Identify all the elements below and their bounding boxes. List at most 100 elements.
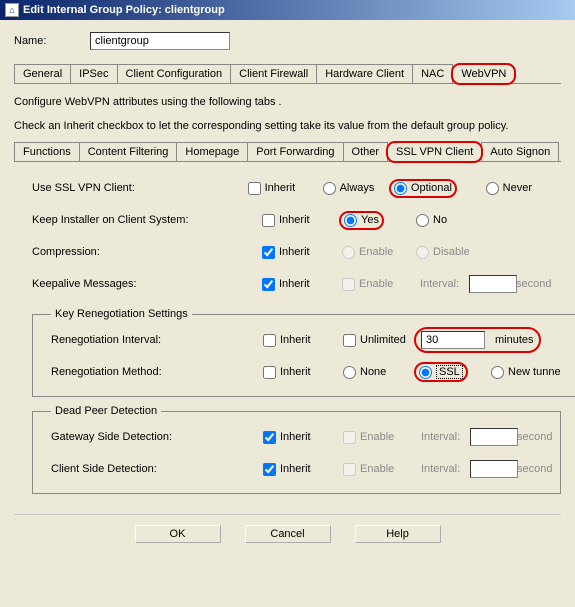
sub-tab-homepage[interactable]: Homepage bbox=[176, 142, 248, 161]
never-text: Never bbox=[503, 182, 532, 194]
keep-inherit[interactable] bbox=[262, 214, 275, 227]
reneg-none[interactable] bbox=[343, 366, 356, 379]
app-icon: ⌂ bbox=[5, 3, 19, 17]
client-inherit[interactable] bbox=[263, 463, 276, 476]
gw-enable bbox=[343, 431, 356, 444]
row-gateway-side: Gateway Side Detection: Inherit Enable I… bbox=[51, 421, 552, 453]
titlebar: ⌂ Edit Internal Group Policy: clientgrou… bbox=[0, 0, 575, 20]
group-key-reneg: Key Renegotiation Settings Renegotiation… bbox=[32, 308, 575, 397]
keepalive-inherit[interactable] bbox=[262, 278, 275, 291]
intro-2: Check an Inherit checkbox to let the cor… bbox=[14, 120, 561, 132]
optional-text: Optional bbox=[411, 182, 452, 194]
use-ssl-optional[interactable] bbox=[394, 182, 407, 195]
interval-text: Interval: bbox=[420, 278, 459, 290]
enable-text: Enable bbox=[359, 246, 393, 258]
main-tab-client-configuration[interactable]: Client Configuration bbox=[117, 64, 232, 83]
none-text: None bbox=[360, 366, 386, 378]
intro-1: Configure WebVPN attributes using the fo… bbox=[14, 96, 561, 108]
always-text: Always bbox=[340, 182, 375, 194]
sub-tabs: FunctionsContent FilteringHomepagePort F… bbox=[14, 142, 561, 162]
row-compression: Compression: Inherit Enable Disable bbox=[32, 236, 555, 268]
label-reneg-method: Renegotiation Method: bbox=[51, 366, 263, 378]
settings-panel: Use SSL VPN Client: Inherit Always Optio… bbox=[14, 166, 561, 508]
name-input[interactable] bbox=[90, 32, 230, 50]
row-keepalive: Keepalive Messages: Inherit Enable Inter… bbox=[32, 268, 555, 300]
sub-tab-ssl-vpn-client[interactable]: SSL VPN Client bbox=[387, 142, 482, 162]
ssl-text: SSL bbox=[436, 365, 463, 379]
keep-yes[interactable] bbox=[344, 214, 357, 227]
inherit-text-7: Inherit bbox=[280, 431, 311, 443]
row-reneg-interval: Renegotiation Interval: Inherit Unlimite… bbox=[51, 324, 575, 356]
reneg-interval-input[interactable] bbox=[421, 331, 485, 349]
main-tab-ipsec[interactable]: IPSec bbox=[70, 64, 117, 83]
client-enable bbox=[343, 463, 356, 476]
sub-tab-auto-signon[interactable]: Auto Signon bbox=[481, 142, 559, 161]
button-row: OK Cancel Help bbox=[14, 514, 561, 547]
keepalive-interval bbox=[469, 275, 517, 293]
enable-text-2: Enable bbox=[359, 278, 393, 290]
client-interval bbox=[470, 460, 518, 478]
no-text: No bbox=[433, 214, 447, 226]
compression-inherit[interactable] bbox=[262, 246, 275, 259]
compression-disable bbox=[416, 246, 429, 259]
row-use-ssl: Use SSL VPN Client: Inherit Always Optio… bbox=[32, 172, 555, 204]
use-ssl-never[interactable] bbox=[486, 182, 499, 195]
reneg-unlimited[interactable] bbox=[343, 334, 356, 347]
minutes-text: minutes bbox=[495, 334, 534, 346]
seconds-text: second bbox=[516, 278, 551, 290]
label-client-side: Client Side Detection: bbox=[51, 463, 263, 475]
reneg-newtunnel[interactable] bbox=[491, 366, 504, 379]
reneg-int-inherit[interactable] bbox=[263, 334, 276, 347]
seconds-text-2: second bbox=[517, 431, 552, 443]
window-title: Edit Internal Group Policy: clientgroup bbox=[23, 4, 225, 16]
inherit-text: Inherit bbox=[265, 182, 296, 194]
sub-tab-functions[interactable]: Functions bbox=[14, 142, 80, 161]
name-row: Name: bbox=[14, 32, 561, 50]
ok-button[interactable]: OK bbox=[135, 525, 221, 543]
keep-no[interactable] bbox=[416, 214, 429, 227]
label-keep-installer: Keep Installer on Client System: bbox=[32, 214, 262, 226]
main-tab-hardware-client[interactable]: Hardware Client bbox=[316, 64, 413, 83]
enable-text-4: Enable bbox=[360, 463, 394, 475]
unlimited-text: Unlimited bbox=[360, 334, 406, 346]
newtunnel-text: New tunne bbox=[508, 366, 561, 378]
label-use-ssl: Use SSL VPN Client: bbox=[32, 182, 248, 194]
sub-tab-content-filtering[interactable]: Content Filtering bbox=[79, 142, 178, 161]
main-tab-nac[interactable]: NAC bbox=[412, 64, 453, 83]
main-tabs: GeneralIPSecClient ConfigurationClient F… bbox=[14, 64, 561, 84]
inherit-text-5: Inherit bbox=[280, 334, 311, 346]
keepalive-enable bbox=[342, 278, 355, 291]
gw-interval bbox=[470, 428, 518, 446]
sub-tab-other[interactable]: Other bbox=[343, 142, 389, 161]
interval-text-2: Interval: bbox=[421, 431, 460, 443]
inherit-text-4: Inherit bbox=[279, 278, 310, 290]
main-tab-webvpn[interactable]: WebVPN bbox=[452, 64, 515, 84]
use-ssl-always[interactable] bbox=[323, 182, 336, 195]
row-reneg-method: Renegotiation Method: Inherit None SSL N… bbox=[51, 356, 575, 388]
name-label: Name: bbox=[14, 35, 74, 47]
inherit-text-8: Inherit bbox=[280, 463, 311, 475]
disable-text: Disable bbox=[433, 246, 470, 258]
enable-text-3: Enable bbox=[360, 431, 394, 443]
gw-inherit[interactable] bbox=[263, 431, 276, 444]
main-tab-general[interactable]: General bbox=[14, 64, 71, 83]
sub-tab-port-forwarding[interactable]: Port Forwarding bbox=[247, 142, 343, 161]
label-keepalive: Keepalive Messages: bbox=[32, 278, 262, 290]
main-tab-client-firewall[interactable]: Client Firewall bbox=[230, 64, 317, 83]
cancel-button[interactable]: Cancel bbox=[245, 525, 331, 543]
legend-dpd: Dead Peer Detection bbox=[51, 405, 161, 417]
seconds-text-3: second bbox=[517, 463, 552, 475]
compression-enable bbox=[342, 246, 355, 259]
reneg-method-inherit[interactable] bbox=[263, 366, 276, 379]
label-reneg-interval: Renegotiation Interval: bbox=[51, 334, 263, 346]
help-button[interactable]: Help bbox=[355, 525, 441, 543]
inherit-text-2: Inherit bbox=[279, 214, 310, 226]
use-ssl-inherit[interactable] bbox=[248, 182, 261, 195]
group-dpd: Dead Peer Detection Gateway Side Detecti… bbox=[32, 405, 561, 494]
reneg-ssl[interactable] bbox=[419, 366, 432, 379]
yes-text: Yes bbox=[361, 214, 379, 226]
dialog-content: Name: GeneralIPSecClient ConfigurationCl… bbox=[0, 20, 575, 555]
inherit-text-6: Inherit bbox=[280, 366, 311, 378]
inherit-text-3: Inherit bbox=[279, 246, 310, 258]
row-keep-installer: Keep Installer on Client System: Inherit… bbox=[32, 204, 555, 236]
